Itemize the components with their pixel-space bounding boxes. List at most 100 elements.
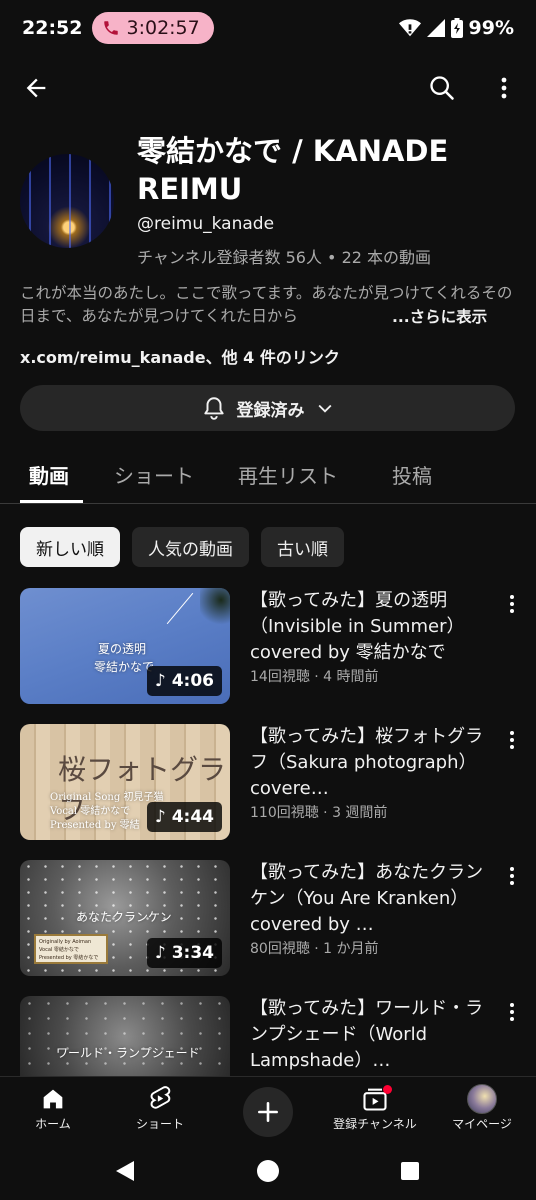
show-more-link[interactable]: ...さらに表示 xyxy=(388,305,488,327)
wifi-icon xyxy=(398,19,421,37)
system-back-button[interactable] xyxy=(110,1156,140,1186)
channel-handle: @reimu_kanade xyxy=(137,214,275,234)
channel-links[interactable]: x.com/reimu_kanade、他 4 件のリンク xyxy=(20,344,340,368)
notification-dot xyxy=(383,1085,392,1094)
back-button[interactable] xyxy=(14,66,58,110)
video-title[interactable]: 【歌ってみた】あなたクランケン（You Are Kranken） covered… xyxy=(250,860,500,938)
nav-shorts[interactable]: ショート xyxy=(110,1083,210,1132)
system-navigation-bar xyxy=(0,1142,536,1200)
search-button[interactable] xyxy=(420,66,464,110)
nav-subscriptions[interactable]: 登録チャンネル xyxy=(325,1083,425,1132)
more-vert-icon xyxy=(510,1003,514,1021)
create-button[interactable] xyxy=(243,1087,293,1137)
thumbnail-text: 夏の透明 xyxy=(98,642,147,656)
thumbnail-text: Originally by Aoiman xyxy=(39,939,92,945)
music-note-icon: ♪ xyxy=(154,807,166,827)
subscribed-label: 登録済み xyxy=(236,400,305,421)
circle-home-icon xyxy=(257,1160,279,1182)
battery-icon xyxy=(450,18,463,38)
bell-icon xyxy=(203,397,224,420)
system-home-button[interactable] xyxy=(253,1156,283,1186)
nav-home-label: ホーム xyxy=(35,1117,71,1131)
duration-text: 4:44 xyxy=(171,807,214,827)
video-menu-button[interactable] xyxy=(504,592,520,616)
user-avatar xyxy=(467,1084,497,1114)
home-icon xyxy=(43,1089,63,1109)
video-title[interactable]: 【歌ってみた】ワールド・ランプシェード（World Lampshade）… xyxy=(250,996,500,1074)
thumbnail-text: Presented by 零結かなで xyxy=(39,955,99,961)
video-item[interactable]: 夏の透明 零結かなで ♪ 4:06 【歌ってみた】夏の透明（Invisible … xyxy=(20,588,520,704)
tab-shorts[interactable]: ショート xyxy=(114,460,194,489)
nav-home[interactable]: ホーム xyxy=(3,1083,103,1132)
nav-shorts-label: ショート xyxy=(135,1117,184,1131)
back-arrow-icon xyxy=(26,78,46,98)
channel-stats: チャンネル登録者数 56人 • 22 本の動画 xyxy=(137,248,432,267)
chip-newest[interactable]: 新しい順 xyxy=(20,527,120,567)
nav-subscriptions-label: 登録チャンネル xyxy=(333,1117,417,1131)
call-timer: 3:02:57 xyxy=(126,17,200,39)
thumbnail-text: Presented by 零結 xyxy=(50,820,140,831)
video-item[interactable]: あなたクランケン Originally by Aoiman Vocal 零結かな… xyxy=(20,860,520,976)
thumbnail-text: 零結かなで xyxy=(94,660,155,674)
video-menu-button[interactable] xyxy=(504,728,520,752)
video-thumbnail[interactable]: 桜フォトグラフ Original Song 初見子猫 Vocal 零結かなで P… xyxy=(20,724,230,840)
video-title[interactable]: 【歌ってみた】桜フォトグラフ（Sakura photograph） covere… xyxy=(250,724,500,802)
phone-icon xyxy=(104,21,119,35)
duration-badge: ♪ 4:44 xyxy=(146,802,222,832)
video-item[interactable]: 桜フォトグラフ Original Song 初見子猫 Vocal 零結かなで P… xyxy=(20,724,520,840)
nav-you[interactable]: マイページ xyxy=(432,1083,532,1132)
video-thumbnail[interactable]: 夏の透明 零結かなで ♪ 4:06 xyxy=(20,588,230,704)
battery-percent: 99% xyxy=(468,17,514,39)
video-title[interactable]: 【歌ってみた】夏の透明（Invisible in Summer） covered… xyxy=(250,588,500,666)
more-options-button[interactable] xyxy=(482,66,526,110)
more-vert-icon xyxy=(510,867,514,885)
system-recents-button[interactable] xyxy=(395,1156,425,1186)
more-vert-icon xyxy=(510,731,514,749)
status-icons: 99% xyxy=(398,17,514,39)
music-note-icon: ♪ xyxy=(154,943,166,963)
search-icon xyxy=(430,76,454,100)
square-recents-icon xyxy=(401,1162,419,1180)
cell-signal-icon xyxy=(426,19,445,37)
top-app-bar xyxy=(0,60,536,116)
subscribed-button[interactable]: 登録済み xyxy=(20,385,515,431)
more-vert-icon xyxy=(501,77,507,99)
sort-chips: 新しい順 人気の動画 古い順 xyxy=(20,527,344,567)
thumbnail-text: あなたクランケン xyxy=(76,910,172,924)
video-meta: 14回視聴 · 4 時間前 xyxy=(250,669,379,685)
triangle-back-icon xyxy=(116,1161,134,1181)
video-menu-button[interactable] xyxy=(504,864,520,888)
more-vert-icon xyxy=(510,595,514,613)
channel-name: 零結かなで / KANADE REIMU xyxy=(137,134,449,206)
credits-card: Originally by Aoiman Vocal 零結かなで Present… xyxy=(34,934,108,964)
channel-avatar[interactable] xyxy=(20,154,114,248)
channel-tabs: 動画 ショート 再生リスト 投稿 xyxy=(0,448,536,504)
duration-text: 3:34 xyxy=(171,943,214,963)
bottom-navigation: ホーム ショート 登録チャンネル マイページ xyxy=(0,1076,536,1142)
tab-posts[interactable]: 投稿 xyxy=(392,460,432,489)
chip-popular[interactable]: 人気の動画 xyxy=(132,527,249,567)
thumbnail-text: Vocal 零結かなで xyxy=(39,947,79,953)
status-bar: 22:52 3:02:57 99% xyxy=(0,0,536,56)
video-menu-button[interactable] xyxy=(504,1000,520,1024)
duration-badge: ♪ 3:34 xyxy=(146,938,222,968)
tab-playlists[interactable]: 再生リスト xyxy=(238,460,338,489)
plus-icon xyxy=(258,1102,278,1122)
ongoing-call-pill[interactable]: 3:02:57 xyxy=(92,12,214,44)
status-time: 22:52 xyxy=(22,17,83,39)
shorts-icon xyxy=(150,1086,171,1109)
thumbnail-text: ワールド・ランプシェード xyxy=(56,1046,200,1060)
thumbnail-text: Original Song 初見子猫 xyxy=(50,792,164,803)
nav-you-label: マイページ xyxy=(452,1117,512,1131)
video-meta: 80回視聴 · 1 か月前 xyxy=(250,941,379,957)
video-meta: 110回視聴 · 3 週間前 xyxy=(250,805,388,821)
thumbnail-text: Vocal 零結かなで xyxy=(50,806,131,817)
tab-videos[interactable]: 動画 xyxy=(29,460,69,489)
music-note-icon: ♪ xyxy=(154,671,166,691)
video-thumbnail[interactable]: あなたクランケン Originally by Aoiman Vocal 零結かな… xyxy=(20,860,230,976)
chevron-down-icon xyxy=(318,404,331,413)
active-tab-indicator xyxy=(20,500,83,503)
duration-badge: ♪ 4:06 xyxy=(146,666,222,696)
duration-text: 4:06 xyxy=(171,671,214,691)
chip-oldest[interactable]: 古い順 xyxy=(261,527,344,567)
